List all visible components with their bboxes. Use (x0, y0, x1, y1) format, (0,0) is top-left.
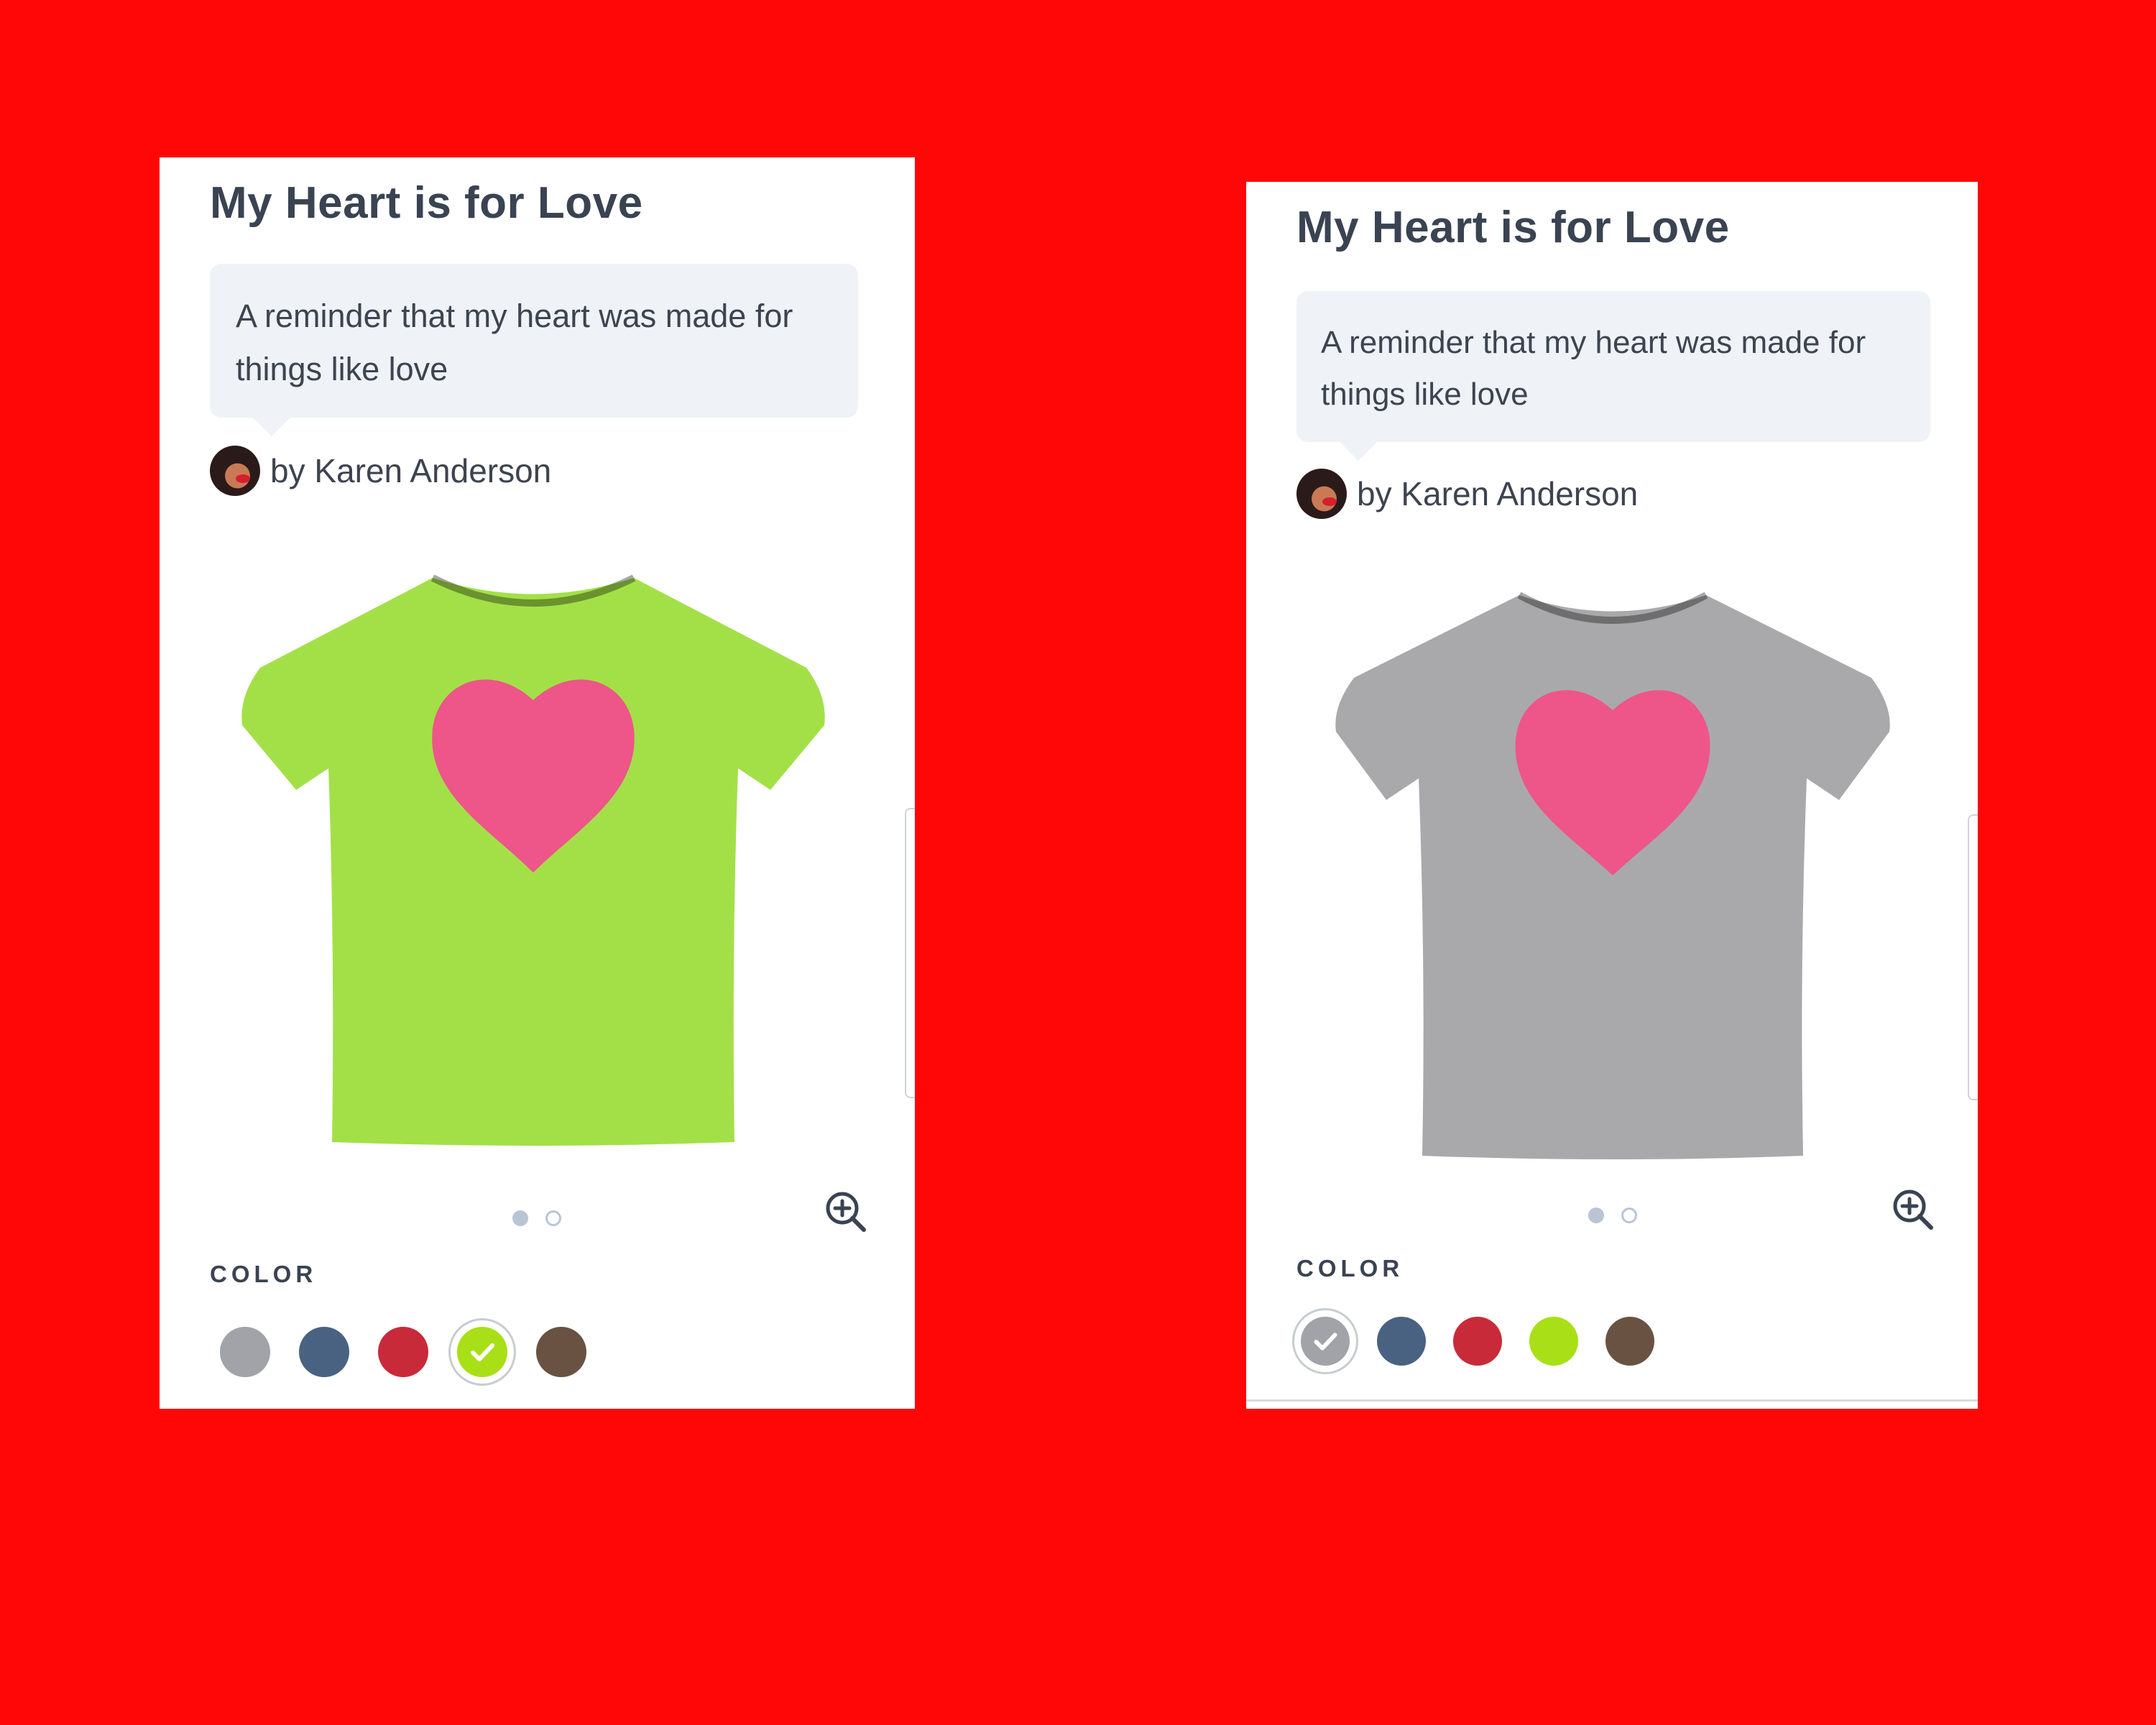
color-swatch-navy[interactable] (299, 1327, 349, 1377)
image-pager (512, 1210, 561, 1226)
color-swatch-red[interactable] (378, 1327, 428, 1377)
color-swatches (1292, 1308, 1654, 1374)
pager-dot-1[interactable] (512, 1210, 528, 1226)
color-swatch-gray[interactable] (220, 1327, 270, 1377)
avatar (1296, 469, 1347, 519)
description-bubble: A reminder that my heart was made for th… (1296, 291, 1930, 461)
product-card-lime: My Heart is for Love A reminder that my … (160, 157, 915, 1409)
color-swatch-red[interactable] (1453, 1317, 1502, 1366)
product-title: My Heart is for Love (1296, 203, 1730, 252)
tshirt-image (1335, 592, 1890, 1159)
color-swatch-brown[interactable] (1606, 1317, 1654, 1366)
color-swatch-lime[interactable] (1529, 1317, 1578, 1366)
color-swatch-gray[interactable] (1292, 1308, 1358, 1374)
avatar (210, 446, 260, 496)
author-name: by Karen Anderson (1357, 475, 1639, 512)
image-pager (1588, 1208, 1637, 1223)
description-text: A reminder that my heart was made for th… (1321, 325, 1866, 412)
color-swatch-navy[interactable] (1377, 1317, 1426, 1366)
color-swatch-brown[interactable] (536, 1327, 586, 1377)
color-swatches (220, 1318, 586, 1386)
divider (1246, 1399, 1978, 1402)
color-swatch-lime[interactable] (448, 1318, 516, 1386)
checkmark-icon (1314, 1333, 1337, 1351)
description-text: A reminder that my heart was made for th… (236, 298, 793, 387)
checkmark-icon (471, 1343, 494, 1361)
pager-dot-2[interactable] (545, 1210, 561, 1226)
color-section-label: COLOR (1296, 1255, 1404, 1282)
product-image[interactable] (217, 574, 849, 1164)
color-section-label: COLOR (210, 1261, 318, 1287)
product-card-gray: My Heart is for Love A reminder that my … (1246, 182, 1978, 1409)
author-link[interactable]: by Karen Anderson (1296, 468, 1638, 520)
side-drawer-handle[interactable] (1968, 814, 1978, 1100)
author-name: by Karen Anderson (270, 452, 552, 489)
zoom-in-icon[interactable] (824, 1190, 867, 1233)
product-image[interactable] (1304, 592, 1922, 1181)
tshirt-shape (1335, 595, 1890, 1159)
pager-dot-2[interactable] (1621, 1208, 1637, 1223)
author-link[interactable]: by Karen Anderson (210, 445, 551, 497)
tshirt-image (241, 574, 825, 1146)
description-bubble: A reminder that my heart was made for th… (210, 264, 858, 436)
zoom-in-icon[interactable] (1892, 1188, 1935, 1231)
pager-dot-1[interactable] (1588, 1208, 1604, 1223)
side-drawer-handle[interactable] (905, 808, 915, 1098)
product-title: My Heart is for Love (210, 178, 643, 228)
